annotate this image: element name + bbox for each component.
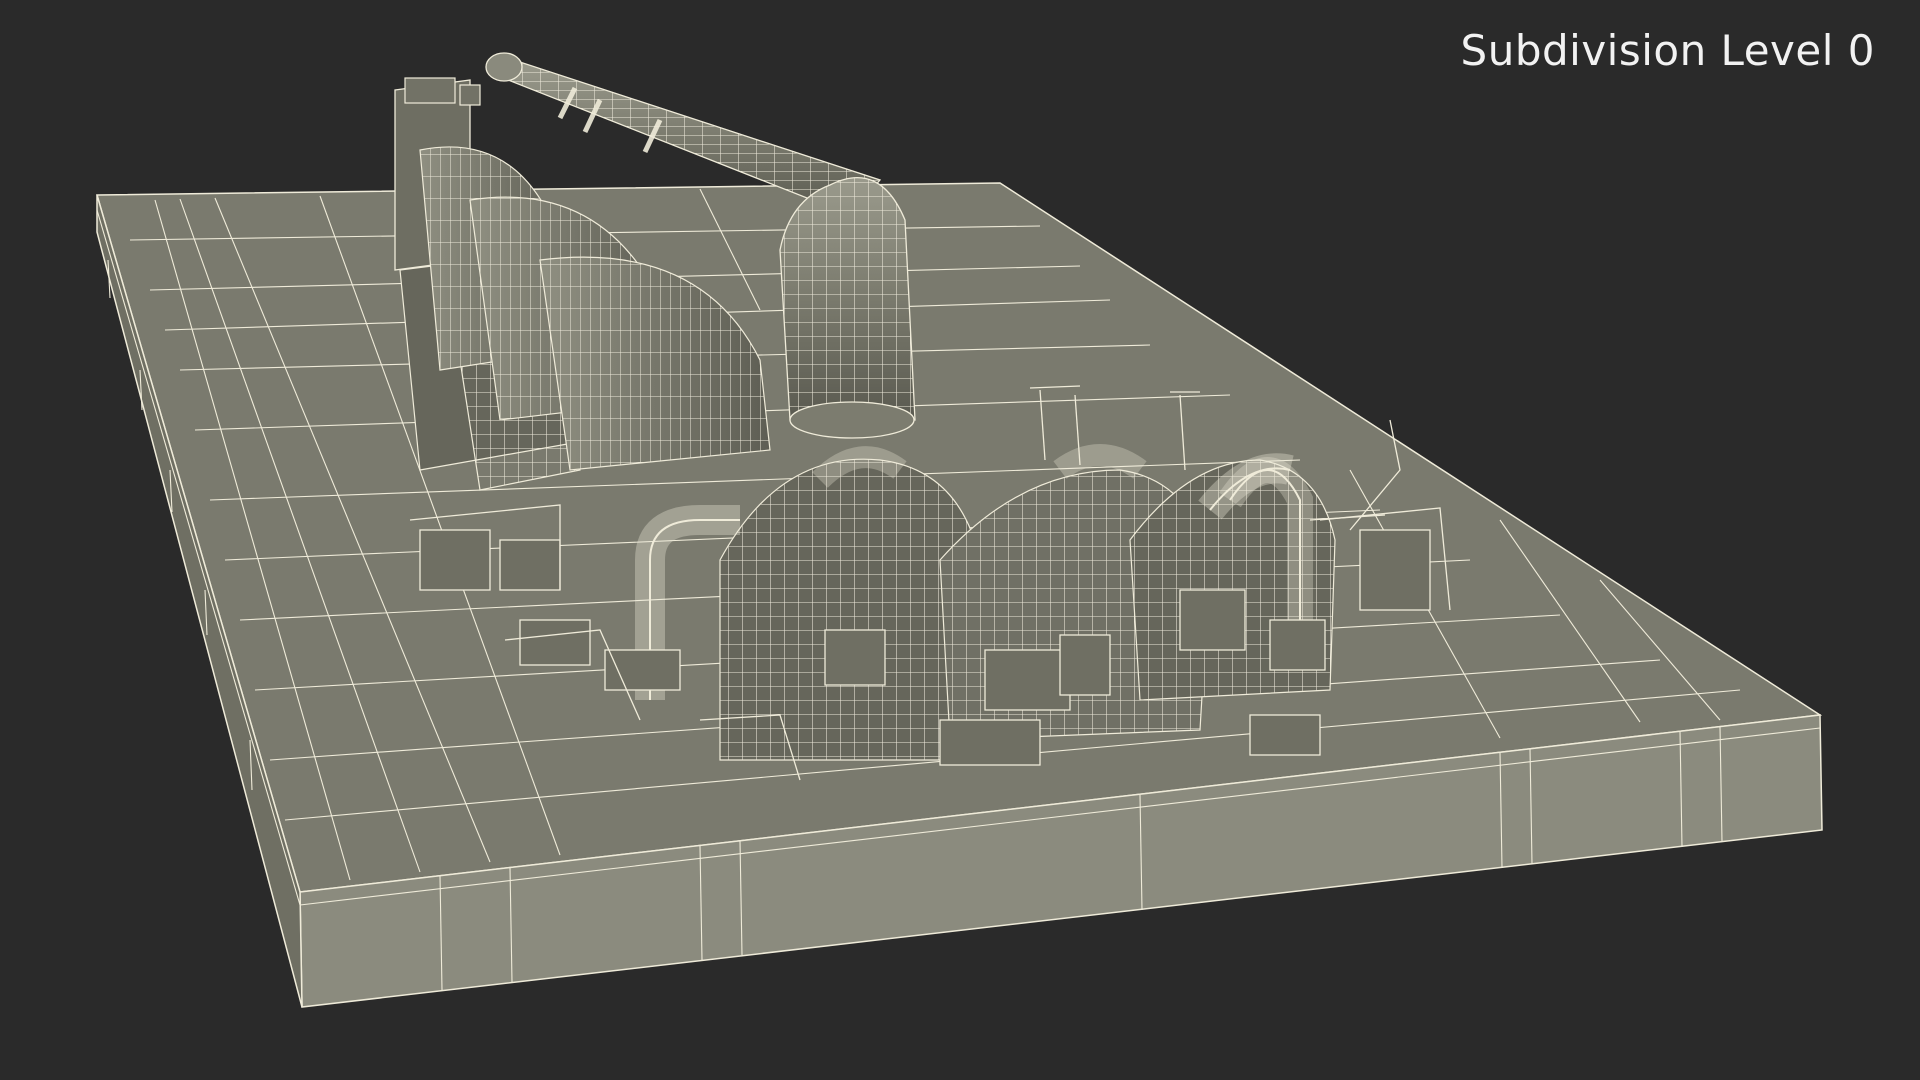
- subdivision-level-label: Subdivision Level 0: [1460, 26, 1875, 75]
- turbine-wireframe-render: [96, 52, 1823, 1008]
- 3d-viewport[interactable]: Subdivision Level 0: [0, 0, 1920, 1080]
